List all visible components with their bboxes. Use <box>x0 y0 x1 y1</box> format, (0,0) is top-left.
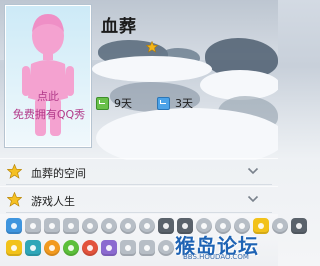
chevron-down-icon[interactable] <box>247 166 259 176</box>
divider <box>6 212 272 213</box>
stat-online-days-value: 9天 <box>114 97 132 110</box>
username: 血葬 <box>101 17 137 37</box>
list-item-qzone[interactable]: 血葬的空间 <box>0 158 278 185</box>
qq-2-icon[interactable] <box>25 240 41 256</box>
avatar-silhouette-icon <box>22 14 74 136</box>
list-item-label: 血葬的空间 <box>31 167 86 180</box>
camera-icon[interactable] <box>101 240 117 256</box>
gem-icon[interactable] <box>120 218 136 234</box>
star-icon <box>7 192 22 207</box>
app-icon[interactable] <box>120 240 136 256</box>
avatar-click-here-text[interactable]: 点此 <box>6 88 90 104</box>
music-icon[interactable] <box>44 240 60 256</box>
bolt-icon[interactable] <box>44 218 60 234</box>
blue-check-icon <box>157 96 170 110</box>
watermark-url: BBS.HOUDAO.COM <box>183 253 249 261</box>
qq-show-avatar[interactable]: 点此 免费拥有QQ秀 <box>5 5 91 147</box>
qq-penguin-icon[interactable] <box>291 218 307 234</box>
stat-active-days[interactable]: 3天 <box>157 96 193 110</box>
green-check-icon <box>96 96 109 110</box>
chat-icon[interactable] <box>63 240 79 256</box>
gem-icon[interactable] <box>101 218 117 234</box>
stat-active-days-value: 3天 <box>175 97 193 110</box>
divider <box>6 184 272 185</box>
heart-icon[interactable] <box>25 218 41 234</box>
star-badge-icon[interactable] <box>146 41 158 53</box>
qq-penguin-icon[interactable] <box>158 218 174 234</box>
star-icon <box>7 164 22 179</box>
houdao-watermark: 猴岛论坛 BBS.HOUDAO.COM <box>175 230 275 264</box>
list-item-game-life[interactable]: 游戏人生 <box>0 186 278 213</box>
diamond-icon[interactable] <box>6 218 22 234</box>
gem-icon[interactable] <box>82 218 98 234</box>
chevron-down-icon[interactable] <box>247 194 259 204</box>
crown-icon[interactable] <box>63 218 79 234</box>
shield-icon[interactable] <box>158 240 174 256</box>
mail-icon[interactable] <box>139 240 155 256</box>
stat-online-days[interactable]: 9天 <box>96 96 132 110</box>
list-item-label: 游戏人生 <box>31 195 75 208</box>
eye-icon[interactable] <box>82 240 98 256</box>
avatar-free-qqshow-text[interactable]: 免费拥有QQ秀 <box>4 106 94 122</box>
pet-icon[interactable] <box>6 240 22 256</box>
gem-icon[interactable] <box>139 218 155 234</box>
